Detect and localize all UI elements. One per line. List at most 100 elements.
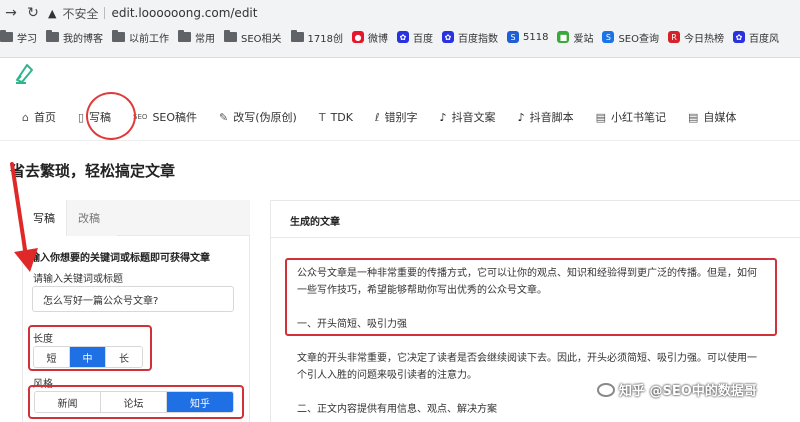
folder-icon [224, 30, 237, 42]
nav-item[interactable]: ▤ 小红书笔记 [574, 109, 666, 125]
nav-item-label: 错别字 [384, 111, 418, 124]
tiktok-icon: ♪ [439, 110, 447, 124]
folder-icon [290, 30, 304, 42]
nav-item-label: 抖音文案 [451, 111, 496, 124]
bookmark-label: 学习 [17, 33, 37, 45]
bookmark-label: SEO查询 [618, 33, 659, 45]
watermark-text: 知乎 @SEO中的数据哥 [619, 384, 757, 399]
keyword-input[interactable]: 怎么写好一篇公众号文章? [32, 286, 234, 312]
bookmark-item[interactable]: 常用 [178, 30, 224, 45]
folder-icon [0, 30, 13, 42]
home-icon: ⌂ [22, 110, 29, 124]
5118-icon: S [507, 31, 519, 43]
tiktok-icon: ♪ [517, 110, 525, 124]
insecure-label: 不安全 [62, 6, 99, 21]
watermark: 知乎 @SEO中的数据哥 [597, 380, 757, 399]
article-line: 二、正文内容提供有用信息、观点、解决方案 [297, 404, 497, 415]
article-line: 个引人入胜的问题来吸引读者的注意力。 [297, 370, 477, 381]
annotation-arrow-icon [10, 162, 38, 272]
bookmark-label: SEO相关 [241, 33, 282, 45]
nav-item-label: 改写(伪原创) [233, 111, 297, 124]
article-line: 一、开头简短、吸引力强 [297, 319, 407, 330]
r-icon: R [668, 31, 680, 43]
url-separator [104, 7, 106, 19]
bookmark-item[interactable]: S 5118 [507, 31, 557, 43]
bookmark-item[interactable]: ✿ 百度 [397, 30, 442, 45]
baidu-icon: ✿ [733, 31, 745, 43]
warning-icon: ▲ [48, 6, 57, 20]
folder-icon [112, 30, 125, 42]
rewrite-icon: ✎ [219, 110, 229, 124]
bookmark-item[interactable]: 以前工作 [112, 30, 178, 45]
bookmark-item[interactable]: 1718创 [290, 30, 352, 45]
bookmark-label: 我的博客 [63, 33, 103, 45]
bookmark-item[interactable]: R 今日热榜 [668, 30, 733, 45]
style-selector: 新闻 论坛 知乎 [34, 391, 234, 413]
length-selector: 短中长 [33, 346, 143, 368]
bookmark-label: 常用 [195, 33, 215, 45]
bookmark-item[interactable]: ■ 爱站 [557, 30, 602, 45]
wechat-icon [597, 382, 615, 397]
nav-item[interactable]: ℓ 错别字 [353, 109, 418, 125]
nav-item[interactable]: ♪ 抖音脚本 [496, 109, 574, 125]
style-option[interactable]: 知乎 [167, 392, 233, 412]
browser-chrome: → ↻ ▲ 不安全 edit.loooooong.com/edit 学习 我的博客… [0, 0, 800, 58]
weibo-icon: ● [352, 31, 364, 43]
bookmark-item[interactable]: 我的博客 [46, 30, 112, 45]
article-line: 文章的开头非常重要，它决定了读者是否会继续阅读下去。因此，开头必须简短、吸引力强… [297, 353, 757, 364]
length-option[interactable]: 长 [106, 347, 142, 367]
baidu-icon: ✿ [442, 31, 454, 43]
bookmark-label: 1718创 [307, 33, 343, 45]
bookmark-item[interactable]: S SEO查询 [602, 30, 668, 45]
url-field[interactable]: ▲ 不安全 edit.loooooong.com/edit [48, 5, 257, 22]
article-line: 公众号文章是一种非常重要的传播方式，它可以让你的观点、知识和经验得到更广泛的传播… [297, 268, 757, 279]
bookmark-label: 微博 [368, 33, 388, 45]
bookmark-label: 今日热榜 [684, 33, 724, 45]
bookmark-label: 百度 [413, 33, 433, 45]
nav-item-label: 抖音脚本 [529, 111, 574, 124]
forward-icon[interactable]: → [0, 2, 22, 24]
nav-item-label: SEO稿件 [152, 111, 198, 124]
folder-icon [46, 30, 59, 42]
t-icon: T [318, 110, 326, 124]
seo-icon: S [602, 31, 615, 43]
highlight-circle [86, 92, 136, 140]
note-icon: ▤ [688, 110, 699, 124]
bookmark-item[interactable]: ✿ 百度风 [733, 30, 788, 45]
nav-item[interactable]: T TDK [297, 111, 353, 124]
reload-icon[interactable]: ↻ [22, 2, 44, 24]
nav-item[interactable]: ✎ 改写(伪原创) [197, 109, 297, 125]
folder-icon [178, 30, 191, 42]
nav-item-label: TDK [330, 110, 353, 124]
baidu-icon: ✿ [397, 31, 409, 43]
bookmark-item[interactable]: SEO相关 [224, 30, 291, 45]
nav-item[interactable]: ▤ 自媒体 [666, 109, 736, 125]
aizhan-icon: ■ [557, 31, 570, 43]
bookmark-label: 百度指数 [458, 33, 498, 45]
logo-icon[interactable] [14, 62, 34, 84]
bookmark-item[interactable]: ✿ 百度指数 [442, 30, 507, 45]
nav-divider [0, 140, 800, 141]
bookmark-item[interactable]: 学习 [0, 30, 46, 45]
output-title: 生成的文章 [290, 217, 340, 228]
nav-item-label: 首页 [33, 111, 56, 124]
nav-item[interactable]: ♪ 抖音文案 [418, 109, 496, 125]
output-header [270, 200, 800, 238]
spell-icon: ℓ [374, 110, 380, 124]
bookmark-item[interactable]: ● 微博 [352, 30, 397, 45]
bookmark-label: 以前工作 [129, 33, 169, 45]
style-option[interactable]: 新闻 [35, 392, 101, 412]
nav-item[interactable]: ⌂ 首页 [0, 109, 56, 125]
bookmark-label: 5118 [523, 31, 549, 43]
length-option[interactable]: 短 [34, 347, 70, 367]
nav-item-label: 自媒体 [703, 111, 737, 124]
length-label: 长度 [33, 334, 53, 345]
nav-item-label: 小红书笔记 [611, 111, 666, 124]
document-icon: ▯ [77, 110, 85, 124]
bookmark-label: 百度风 [749, 33, 779, 45]
bookmarks-bar: 学习 我的博客 以前工作 常用 SEO相关 1718创 ● 微博 ✿ 百度 ✿ 百度指数 S 5118 ■ 爱… [0, 26, 800, 48]
length-option[interactable]: 中 [70, 347, 106, 367]
style-option[interactable]: 论坛 [101, 392, 167, 412]
tab-rewrite[interactable]: 改稿 [67, 200, 117, 236]
url-text: edit.loooooong.com/edit [111, 6, 258, 20]
